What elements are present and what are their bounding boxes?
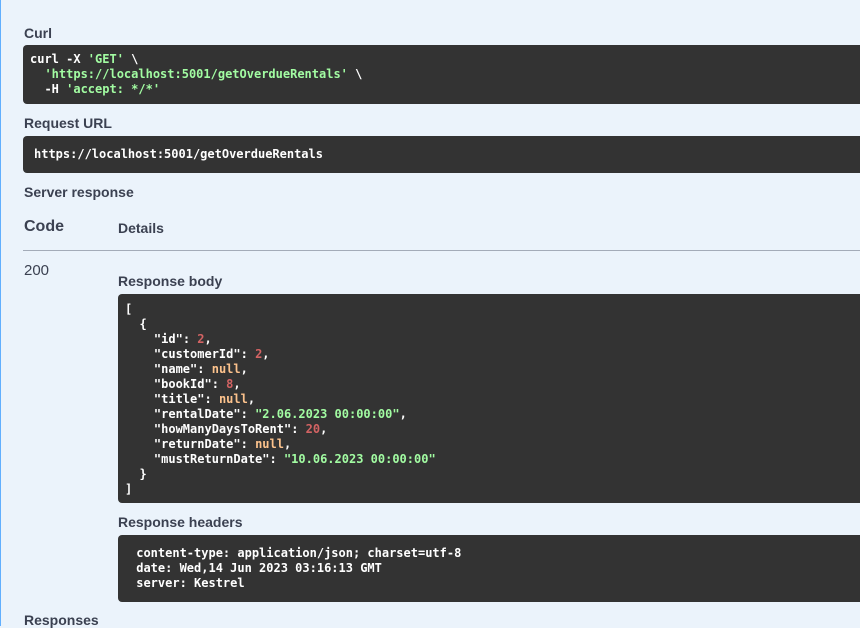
json-open-brace: { [125,317,147,331]
json-value: null [255,437,284,451]
json-value: null [218,392,248,406]
json-field-line: "mustReturnDate": "10.06.2023 00:00:00" [153,452,436,466]
json-key: "customerId" [153,347,241,361]
response-header-line: server: Kestrel [129,576,252,590]
json-value: "10.06.2023 00:00:00" [283,452,436,466]
response-headers-block[interactable]: content-type: application/json; charset=… [118,535,860,602]
json-key: "mustReturnDate" [153,452,270,466]
response-body-label: Response body [118,273,223,289]
json-key: "returnDate" [153,437,241,451]
json-key: "name" [153,362,198,376]
json-open-bracket: [ [125,302,133,316]
curl-method: 'GET' [87,52,124,66]
curl-line-continuation: \ [347,67,363,81]
code-column-header: Code [24,218,64,235]
json-key: "title" [153,392,205,406]
request-url-label: Request URL [24,115,112,131]
panel-left-border [0,0,1,626]
json-close-bracket: ] [125,482,133,496]
response-status-code: 200 [24,262,50,279]
json-field-line: "id": 2, [153,332,212,346]
response-header-line: date: Wed,14 Jun 2023 03:16:13 GMT [129,561,390,575]
request-url-value: https://localhost:5001/getOverdueRentals [34,147,323,161]
curl-label: Curl [24,25,52,41]
json-field-line: "title": null, [153,392,256,406]
json-fields: "id": 2, "customerId": 2, "name": null, … [125,332,860,467]
json-field-line: "howManyDaysToRent": 20, [153,422,328,436]
server-response-label: Server response [24,184,134,200]
json-key: "bookId" [153,377,212,391]
json-field-line: "name": null, [153,362,248,376]
json-field-line: "returnDate": null, [153,437,292,451]
curl-accept-header: 'accept: */*' [66,82,161,96]
response-header-line: content-type: application/json; charset=… [129,546,469,560]
json-value: 2 [197,332,205,346]
curl-command: curl -X [30,52,88,66]
table-header-divider [23,250,860,251]
request-url-block[interactable]: https://localhost:5001/getOverdueRentals [23,136,860,173]
json-value: "2.06.2023 00:00:00" [255,407,400,421]
json-field-line: "bookId": 8, [153,377,241,391]
curl-line-continuation: \ [123,52,139,66]
details-column-header: Details [118,220,164,236]
response-header-lines: content-type: application/json; charset=… [129,546,860,591]
response-headers-label: Response headers [118,514,243,530]
json-key: "howManyDaysToRent" [153,422,292,436]
json-close-brace: } [125,467,147,481]
json-value: 20 [305,422,321,436]
curl-header-flag: -H [30,82,67,96]
json-key: "rentalDate" [153,407,241,421]
curl-code-block[interactable]: curl -X 'GET' \ 'https://localhost:5001/… [23,45,860,104]
json-key: "id" [153,332,183,346]
json-field-line: "rentalDate": "2.06.2023 00:00:00", [153,407,407,421]
curl-url: 'https://localhost:5001/getOverdueRental… [44,67,348,81]
json-field-line: "customerId": 2, [153,347,270,361]
json-value: null [211,362,241,376]
response-body-block[interactable]: [ { "id": 2, "customerId": 2, "name": nu… [118,294,860,503]
